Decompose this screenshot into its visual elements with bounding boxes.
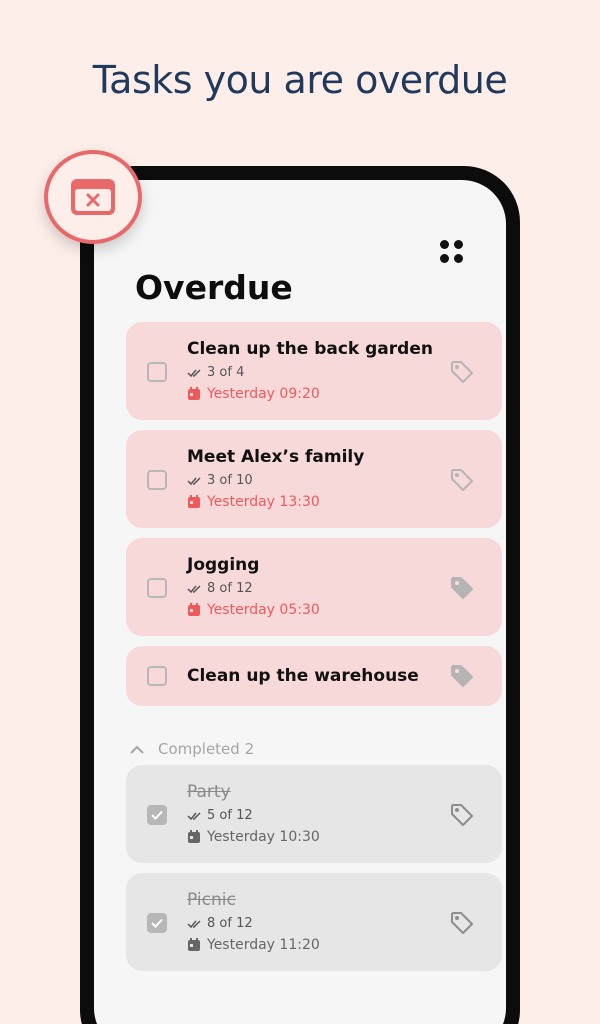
dot-icon <box>453 240 463 249</box>
completed-section-toggle[interactable]: Completed 2 <box>130 740 254 758</box>
tag-filled-icon[interactable] <box>449 663 475 689</box>
subtask-progress: 8 of 12 <box>187 916 253 931</box>
task-card[interactable]: Clean up the warehouse <box>126 646 502 706</box>
due-date: Yesterday 10:30 <box>187 829 320 845</box>
due-date: Yesterday 13:30 <box>187 494 320 510</box>
tag-icon[interactable] <box>449 359 475 385</box>
due-date: Yesterday 05:30 <box>187 602 320 618</box>
task-title: Clean up the back garden <box>187 339 433 359</box>
calendar-x-icon <box>71 179 115 215</box>
view-options-button[interactable] <box>440 240 464 264</box>
due-date: Yesterday 09:20 <box>187 386 320 402</box>
dot-icon <box>453 253 463 263</box>
task-checkbox[interactable] <box>147 470 167 490</box>
due-date-text: Yesterday 11:20 <box>207 937 320 953</box>
due-date: Yesterday 11:20 <box>187 937 320 953</box>
overdue-calendar-badge <box>44 150 142 244</box>
tag-icon[interactable] <box>449 467 475 493</box>
task-checkbox-checked[interactable] <box>147 805 167 825</box>
subtask-progress: 8 of 12 <box>187 581 253 596</box>
task-checkbox[interactable] <box>147 578 167 598</box>
subtask-progress: 3 of 10 <box>187 473 253 488</box>
due-date-text: Yesterday 13:30 <box>207 494 320 510</box>
subtask-progress: 3 of 4 <box>187 365 244 380</box>
completed-task-card[interactable]: Party 5 of 12 Yesterday 10:30 <box>126 765 502 863</box>
task-card[interactable]: Meet Alex’s family 3 of 10 Yesterday 13:… <box>126 430 502 528</box>
dot-icon <box>440 240 449 249</box>
task-title: Jogging <box>187 555 260 575</box>
double-check-icon <box>187 368 201 377</box>
double-check-icon <box>187 811 201 820</box>
completed-task-card[interactable]: Picnic 8 of 12 Yesterday 11:20 <box>126 873 502 971</box>
chevron-up-icon <box>130 745 144 754</box>
subtask-progress-text: 8 of 12 <box>207 581 253 596</box>
task-title: Party <box>187 782 231 802</box>
tag-icon[interactable] <box>449 910 475 936</box>
dot-icon <box>440 253 449 263</box>
phone-frame: Overdue Clean up the back garden 3 of 4 … <box>80 166 520 1024</box>
task-title: Picnic <box>187 890 236 910</box>
app-screen: Overdue Clean up the back garden 3 of 4 … <box>94 180 506 1024</box>
tag-filled-icon[interactable] <box>449 575 475 601</box>
task-card[interactable]: Jogging 8 of 12 Yesterday 05:30 <box>126 538 502 636</box>
calendar-icon <box>188 387 200 400</box>
subtask-progress-text: 3 of 10 <box>207 473 253 488</box>
double-check-icon <box>187 919 201 928</box>
calendar-icon <box>188 830 200 843</box>
task-title: Clean up the warehouse <box>187 666 419 686</box>
subtask-progress-text: 5 of 12 <box>207 808 253 823</box>
double-check-icon <box>187 476 201 485</box>
calendar-icon <box>188 603 200 616</box>
completed-section-label: Completed 2 <box>158 740 255 758</box>
check-icon <box>151 918 163 928</box>
due-date-text: Yesterday 10:30 <box>207 829 320 845</box>
calendar-icon <box>188 495 200 508</box>
tag-icon[interactable] <box>449 802 475 828</box>
promo-headline: Tasks you are overdue <box>92 58 508 102</box>
page-title: Overdue <box>135 268 293 307</box>
task-title: Meet Alex’s family <box>187 447 365 467</box>
task-checkbox-checked[interactable] <box>147 913 167 933</box>
double-check-icon <box>187 584 201 593</box>
check-icon <box>151 810 163 820</box>
subtask-progress-text: 3 of 4 <box>207 365 245 380</box>
task-checkbox[interactable] <box>147 362 167 382</box>
due-date-text: Yesterday 09:20 <box>207 386 320 402</box>
due-date-text: Yesterday 05:30 <box>207 602 320 618</box>
subtask-progress-text: 8 of 12 <box>207 916 253 931</box>
task-card[interactable]: Clean up the back garden 3 of 4 Yesterda… <box>126 322 502 420</box>
subtask-progress: 5 of 12 <box>187 808 253 823</box>
task-checkbox[interactable] <box>147 666 167 686</box>
calendar-icon <box>188 938 200 951</box>
